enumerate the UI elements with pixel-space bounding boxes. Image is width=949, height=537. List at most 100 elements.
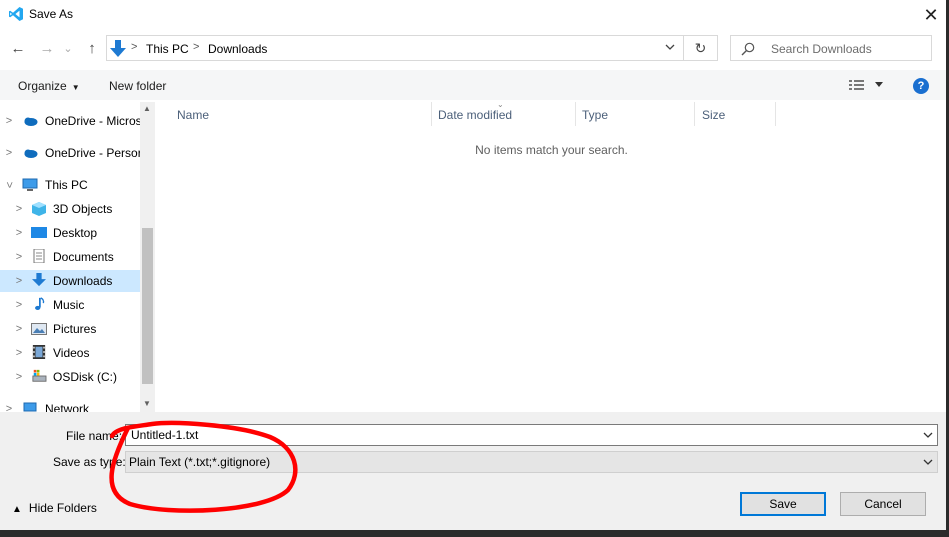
chevron-down-icon: ⌄ [63, 42, 73, 55]
sidebar-item-onedrive-business[interactable]: > OneDrive - Micros [0, 110, 142, 132]
breadcrumb-separator-icon: > [131, 41, 138, 53]
forward-button[interactable]: → [37, 37, 57, 59]
organize-button[interactable]: Organize ▼ [18, 79, 80, 93]
sidebar-item-documents[interactable]: > Documents [0, 246, 140, 268]
chevron-up-icon: ▲ [12, 504, 22, 515]
chevron-right-icon[interactable]: > [4, 147, 14, 159]
onedrive-icon [24, 149, 38, 158]
recent-locations-button[interactable]: ⌄ [62, 37, 74, 59]
search-input[interactable]: Search Downloads [730, 35, 932, 61]
save-button-label: Save [769, 497, 797, 511]
save-as-type-value: Plain Text (*.txt;*.gitignore) [129, 455, 271, 469]
chevron-right-icon[interactable]: > [14, 203, 24, 215]
empty-state-message: No items match your search. [475, 143, 628, 157]
navigation-pane-scrollbar[interactable]: ▲ ▼ [140, 102, 155, 412]
save-as-dialog: Save As ✕ ← → ⌄ ↑ > This PC > Downloads [0, 0, 946, 530]
sidebar-item-desktop[interactable]: > Desktop [0, 222, 140, 244]
sidebar-item-pictures[interactable]: > Pictures [0, 318, 140, 340]
chevron-right-icon[interactable]: > [4, 403, 14, 412]
details-view-icon [849, 80, 883, 90]
cancel-button-label: Cancel [864, 497, 902, 511]
file-name-input[interactable]: Untitled-1.txt [125, 424, 938, 446]
chevron-down-icon[interactable] [923, 432, 933, 439]
sidebar-item-label: Documents [53, 250, 114, 264]
help-button[interactable]: ? [913, 78, 929, 94]
column-header-size[interactable]: Size [695, 102, 775, 126]
sidebar-item-this-pc[interactable]: > This PC [0, 174, 140, 196]
save-form: File name: Untitled-1.txt Save as type: … [0, 412, 946, 530]
sidebar-item-downloads[interactable]: > Downloads [0, 270, 140, 292]
chevron-right-icon[interactable]: > [14, 251, 24, 263]
chevron-right-icon[interactable]: > [4, 115, 14, 127]
network-icon [23, 402, 37, 412]
chevron-down-icon[interactable]: > [3, 180, 15, 190]
vscode-icon [9, 7, 23, 21]
disk-icon [32, 369, 47, 382]
sidebar-item-label: Videos [53, 346, 90, 360]
scroll-up-icon[interactable]: ▲ [143, 104, 151, 113]
chevron-right-icon[interactable]: > [14, 347, 24, 359]
up-arrow-icon: ↑ [88, 39, 96, 57]
sidebar-item-3d-objects[interactable]: > 3D Objects [0, 198, 140, 220]
chevron-right-icon[interactable]: > [14, 227, 24, 239]
download-icon [110, 40, 126, 57]
help-icon: ? [917, 80, 925, 92]
sidebar-item-label: This PC [45, 178, 88, 192]
back-button[interactable]: ← [8, 37, 28, 59]
chevron-down-icon[interactable] [923, 459, 933, 466]
file-name-label: File name: [66, 429, 123, 443]
hide-folders-label: Hide Folders [28, 501, 97, 515]
chevron-right-icon[interactable]: > [14, 371, 24, 383]
pictures-icon [31, 323, 47, 335]
search-icon [741, 42, 755, 56]
breadcrumb-separator-icon: > [193, 41, 200, 53]
refresh-button[interactable]: ↻ [684, 35, 718, 61]
forward-arrow-icon: → [39, 39, 55, 57]
new-folder-button[interactable]: New folder [109, 79, 166, 93]
chevron-down-icon[interactable] [665, 43, 675, 51]
breadcrumb-this-pc[interactable]: This PC [146, 42, 189, 56]
sidebar-item-videos[interactable]: > Videos [0, 342, 140, 364]
music-icon [35, 297, 45, 310]
computer-icon [22, 178, 38, 191]
breadcrumb-downloads[interactable]: Downloads [208, 42, 267, 56]
cancel-button[interactable]: Cancel [840, 492, 926, 516]
column-divider[interactable] [775, 102, 776, 126]
save-as-type-select[interactable]: Plain Text (*.txt;*.gitignore) [125, 451, 938, 473]
desktop-icon [31, 227, 47, 238]
sidebar-item-music[interactable]: > Music [0, 294, 140, 316]
file-list[interactable]: Name Date modified ⌄ Type Size No items … [157, 100, 946, 412]
sidebar-item-label: Desktop [53, 226, 98, 240]
sidebar-item-onedrive-personal[interactable]: > OneDrive - Persor [0, 142, 142, 164]
column-header-type[interactable]: Type [576, 102, 694, 126]
onedrive-icon [24, 117, 38, 126]
chevron-right-icon[interactable]: > [14, 299, 24, 311]
close-icon: ✕ [923, 4, 939, 25]
navigation-pane: > OneDrive - Micros > OneDrive - Persor … [0, 102, 155, 412]
cube-icon [32, 202, 46, 216]
sidebar-item-label: OneDrive - Micros [45, 114, 142, 128]
column-header-name[interactable]: Name [157, 102, 431, 126]
video-icon [32, 345, 46, 359]
scrollbar-thumb[interactable] [142, 228, 153, 384]
scroll-down-icon[interactable]: ▼ [143, 399, 151, 408]
search-placeholder: Search Downloads [771, 42, 872, 56]
chevron-right-icon[interactable]: > [14, 323, 24, 335]
address-bar[interactable]: > This PC > Downloads [106, 35, 684, 61]
chevron-right-icon[interactable]: > [14, 275, 24, 287]
sidebar-item-osdisk[interactable]: > OSDisk (C:) [0, 366, 140, 388]
command-toolbar: Organize ▼ New folder ? [0, 70, 946, 100]
change-view-button[interactable] [849, 79, 889, 94]
back-arrow-icon: ← [10, 39, 26, 57]
refresh-icon: ↻ [694, 39, 707, 56]
close-button[interactable]: ✕ [916, 0, 946, 30]
dropdown-arrow-icon: ▼ [71, 83, 80, 92]
sidebar-item-label: Network [45, 402, 90, 412]
up-button[interactable]: ↑ [82, 37, 102, 59]
new-folder-label: New folder [109, 79, 167, 93]
sidebar-item-network[interactable]: > Network [0, 398, 140, 412]
sidebar-item-label: Music [53, 298, 85, 312]
save-as-type-label: Save as type: [53, 455, 126, 469]
hide-folders-button[interactable]: ▲ Hide Folders [12, 501, 97, 515]
save-button[interactable]: Save [740, 492, 826, 516]
